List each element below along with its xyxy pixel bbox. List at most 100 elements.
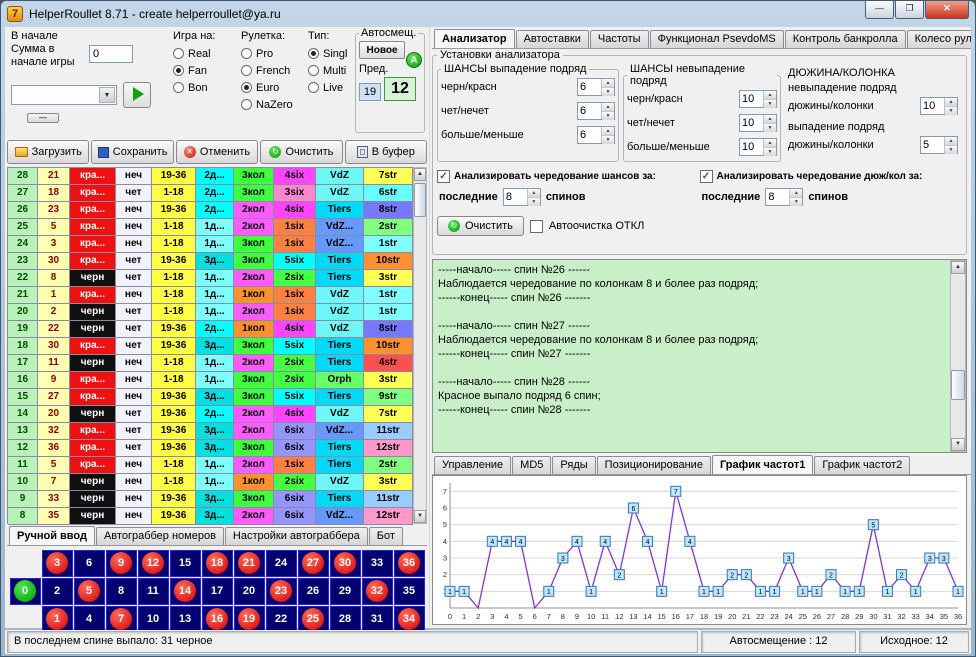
board-cell-19[interactable]: 19: [234, 606, 265, 633]
board-cell-29[interactable]: 29: [330, 578, 361, 605]
miss-2-up-icon[interactable]: ▲: [764, 139, 776, 148]
table-row[interactable]: 243кра...неч1-181д...3кол1sixVdZ...1str: [8, 236, 413, 253]
alt-dozens-down-icon[interactable]: ▼: [790, 198, 802, 206]
hit-2-input[interactable]: [578, 127, 601, 143]
dozen-hit-up-icon[interactable]: ▲: [945, 137, 957, 146]
alt-chances-checkbox[interactable]: ✓: [437, 170, 450, 183]
alt-dozens-checkbox[interactable]: ✓: [700, 170, 713, 183]
board-cell-6[interactable]: 6: [74, 550, 105, 577]
scroll-thumb[interactable]: [414, 183, 426, 217]
alt-dozens-up-icon[interactable]: ▲: [790, 189, 802, 198]
dozen-hit-input[interactable]: [921, 137, 944, 153]
start-sum-input[interactable]: [89, 45, 133, 63]
hit-0-down-icon[interactable]: ▼: [602, 88, 614, 96]
board-cell-30[interactable]: 30: [330, 550, 361, 577]
board-cell-9[interactable]: 9: [106, 550, 137, 577]
table-row[interactable]: 107черннеч1-181д...1кол2sixVdZ3str: [8, 474, 413, 491]
board-cell-33[interactable]: 33: [362, 550, 393, 577]
table-row[interactable]: 228чернчет1-181д...2кол2sixTiers3str: [8, 270, 413, 287]
game-on-option-bon[interactable]: Bon: [173, 79, 239, 96]
analyzer-clear-button[interactable]: Очистить: [437, 216, 524, 236]
title-bar[interactable]: 7 HelperRoullet 8.71 - create helperroul…: [1, 1, 975, 27]
board-cell-17[interactable]: 17: [202, 578, 233, 605]
scroll-up-icon[interactable]: ▲: [414, 168, 426, 181]
dozen-hit-down-icon[interactable]: ▼: [945, 146, 957, 154]
board-cell-18[interactable]: 18: [202, 550, 233, 577]
game-on-option-real[interactable]: Real: [173, 45, 239, 62]
chart-tab-2[interactable]: Ряды: [552, 456, 595, 474]
scroll-down-icon[interactable]: ▼: [414, 510, 426, 523]
input-tab-1[interactable]: Автограббер номеров: [96, 527, 224, 545]
buffer-button[interactable]: В буфер: [345, 140, 427, 164]
miss-2-down-icon[interactable]: ▼: [764, 148, 776, 156]
miss-1-input[interactable]: [740, 115, 763, 131]
miss-1-up-icon[interactable]: ▲: [764, 115, 776, 124]
table-row[interactable]: 2821кра...неч19-362д...3кол4sixVdZ7str: [8, 168, 413, 185]
table-row[interactable]: 202чернчет1-181д...2кол1sixVdZ1str: [8, 304, 413, 321]
board-cell-11[interactable]: 11: [138, 578, 169, 605]
new-autoshift-button[interactable]: Новое: [359, 41, 405, 59]
miss-0-down-icon[interactable]: ▼: [764, 100, 776, 108]
board-cell-32[interactable]: 32: [362, 578, 393, 605]
board-cell-23[interactable]: 23: [266, 578, 297, 605]
load-button[interactable]: Загрузить: [7, 140, 89, 164]
analyzer-tab-1[interactable]: Автоставки: [516, 30, 589, 48]
table-row[interactable]: 2330кра...чет19-363д...3кол5sixTiers10st…: [8, 253, 413, 270]
input-tab-0[interactable]: Ручной ввод: [9, 526, 95, 545]
table-row[interactable]: 2718кра...чет1-182д...3кол3sixVdZ6str: [8, 185, 413, 202]
table-row[interactable]: 1420чернчет19-362д...2кол4sixVdZ7str: [8, 406, 413, 423]
hit-1-down-icon[interactable]: ▼: [602, 112, 614, 120]
alt-chances-down-icon[interactable]: ▼: [528, 198, 540, 206]
board-cell-16[interactable]: 16: [202, 606, 233, 633]
table-row[interactable]: 933черннеч19-363д...3кол6sixTiers11str: [8, 491, 413, 508]
board-cell-15[interactable]: 15: [170, 550, 201, 577]
table-row[interactable]: 1527кра...неч19-363д...3кол5sixTiers9str: [8, 389, 413, 406]
minimize-button[interactable]: —: [865, 1, 894, 19]
board-cell-35[interactable]: 35: [394, 578, 425, 605]
table-row[interactable]: 1236кра...чет19-363д...3кол6sixTiers12st…: [8, 440, 413, 457]
maximize-button[interactable]: ❐: [895, 1, 924, 19]
roulette-option-french[interactable]: French: [241, 62, 307, 79]
board-cell-5[interactable]: 5: [74, 578, 105, 605]
table-row[interactable]: 1711черннеч1-181д...2кол2sixTiers4str: [8, 355, 413, 372]
dozen-miss-input[interactable]: [921, 98, 944, 114]
miss-0-up-icon[interactable]: ▲: [764, 91, 776, 100]
board-cell-31[interactable]: 31: [362, 606, 393, 633]
table-scrollbar[interactable]: ▲ ▼: [413, 167, 427, 524]
board-cell-34[interactable]: 34: [394, 606, 425, 633]
game-on-option-fan[interactable]: Fan: [173, 62, 239, 79]
board-cell-22[interactable]: 22: [266, 606, 297, 633]
chart-tab-3[interactable]: Позиционирование: [597, 456, 711, 474]
dozen-miss-down-icon[interactable]: ▼: [945, 107, 957, 115]
board-cell-21[interactable]: 21: [234, 550, 265, 577]
board-cell-7[interactable]: 7: [106, 606, 137, 633]
board-cell-27[interactable]: 27: [298, 550, 329, 577]
board-cell-14[interactable]: 14: [170, 578, 201, 605]
table-row[interactable]: 2623кра...неч19-362д...2кол4sixTiers8str: [8, 202, 413, 219]
board-cell-36[interactable]: 36: [394, 550, 425, 577]
table-row[interactable]: 169кра...неч1-181д...3кол2sixOrph3str: [8, 372, 413, 389]
table-row[interactable]: 835черннеч19-363д...2кол6sixVdZ...12str: [8, 508, 413, 525]
hit-0-up-icon[interactable]: ▲: [602, 79, 614, 88]
board-cell-4[interactable]: 4: [74, 606, 105, 633]
scroll-thumb[interactable]: [951, 370, 965, 400]
board-cell-25[interactable]: 25: [298, 606, 329, 633]
autoshift-badge[interactable]: A: [406, 52, 422, 68]
board-cell-24[interactable]: 24: [266, 550, 297, 577]
log-scrollbar[interactable]: ▲ ▼: [950, 260, 966, 452]
roulette-option-nazero[interactable]: NaZero: [241, 96, 307, 113]
hit-2-up-icon[interactable]: ▲: [602, 127, 614, 136]
chart-tab-0[interactable]: Управление: [434, 456, 511, 474]
chart-tab-5[interactable]: График частот2: [814, 456, 910, 474]
input-tab-2[interactable]: Настройки автограббера: [225, 527, 368, 545]
chart-tab-4[interactable]: График частот1: [712, 455, 813, 474]
close-button[interactable]: ✕: [925, 1, 969, 19]
board-cell-28[interactable]: 28: [330, 606, 361, 633]
alt-chances-input[interactable]: [504, 189, 527, 205]
board-cell-1[interactable]: 1: [42, 606, 73, 633]
chart-tab-1[interactable]: MD5: [512, 456, 551, 474]
miss-0-input[interactable]: [740, 91, 763, 107]
miss-1-down-icon[interactable]: ▼: [764, 124, 776, 132]
table-row[interactable]: 1830кра...чет19-363д...3кол5sixTiers10st…: [8, 338, 413, 355]
save-button[interactable]: Сохранить: [91, 140, 173, 164]
